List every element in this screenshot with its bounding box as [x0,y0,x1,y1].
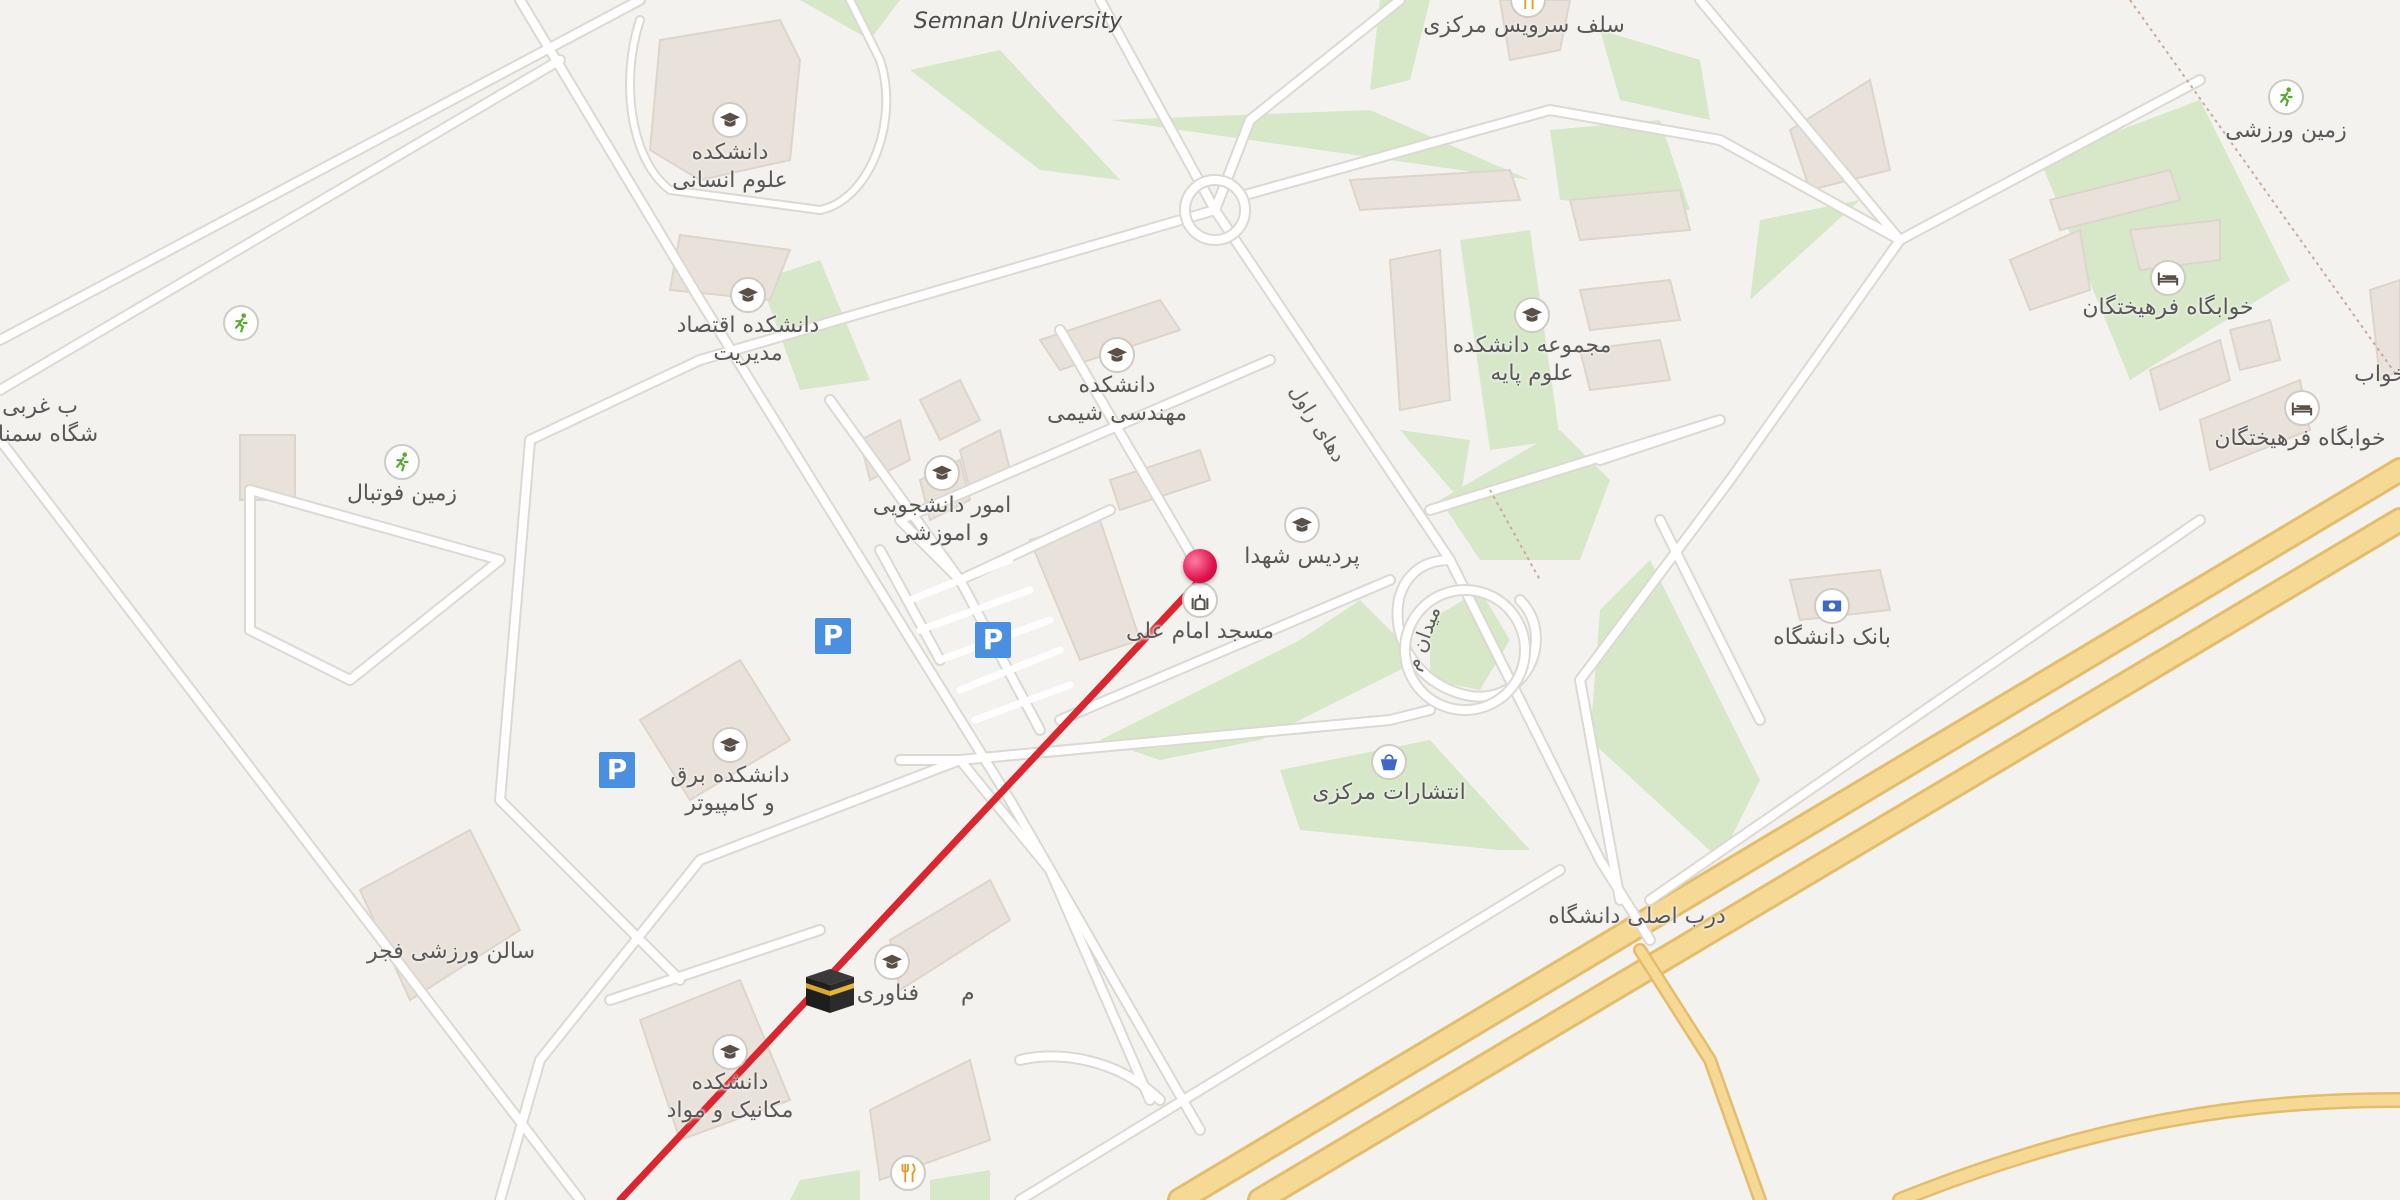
hotel-icon[interactable] [2150,260,2186,296]
map-label-imam-ali-mosque[interactable]: مسجد امام علی [1126,618,1274,646]
bank-icon[interactable] [1814,588,1850,624]
shopping-icon[interactable] [1371,744,1407,780]
map-label-semnan-university[interactable]: Semnan University [914,8,1122,36]
map-label-girls-dorm-3[interactable]: خواب [2354,361,2400,389]
map-label-girls-dorm-2[interactable]: خوابگاه فرهیختگان [2214,425,2385,453]
location-pin-icon[interactable] [1183,549,1217,583]
map-label-faculty-humanities[interactable]: دانشکده علوم انسانی [672,139,787,195]
university-icon[interactable] [1284,507,1320,543]
university-icon[interactable] [712,102,748,138]
university-icon[interactable] [1514,297,1550,333]
restaurant-icon[interactable] [890,1155,926,1191]
map-label-central-publications[interactable]: انتشارات مرکزی [1312,779,1465,807]
university-icon[interactable] [712,727,748,763]
university-icon[interactable] [924,455,960,491]
map-label-central-cafeteria[interactable]: سلف سرویس مرکزی [1423,12,1625,40]
map-label-main-gate[interactable]: درب اصلی دانشگاه [1548,903,1726,931]
map-label-fajr-sports-hall[interactable]: سالن ورزشی فجر [367,938,535,966]
university-icon[interactable] [1099,337,1135,373]
map-label-student-affairs[interactable]: امور دانشجویی و اموزشی [873,492,1012,548]
map-label-university-bank[interactable]: بانک دانشگاه [1773,624,1891,652]
map-label-shohada-campus[interactable]: پردیس شهدا [1244,543,1359,571]
map-label-west-gate[interactable]: ب غربی شگاه سمنان [0,393,98,449]
parking-icon[interactable]: P [815,618,851,654]
university-icon[interactable] [712,1034,748,1070]
map-view[interactable]: P P P Semnan University سلف سرویس مرکزی … [0,0,2400,1200]
sports-icon[interactable] [384,444,420,480]
map-label-football-field[interactable]: زمین فوتبال [347,480,457,508]
university-icon[interactable] [730,277,766,313]
map-label-faculty-basic-sciences[interactable]: مجموعه دانشکده علوم پایه [1453,332,1612,388]
map-label-faculty-economics[interactable]: دانشکده اقتصاد مدیریت [677,312,820,368]
parking-icon[interactable]: P [599,752,635,788]
sports-icon[interactable] [2268,79,2304,115]
map-label-girls-dorm-1[interactable]: خوابگاه فرهیختگان [2082,294,2253,322]
map-label-faculty-electrical[interactable]: دانشکده برق و کامپیوتر [670,762,789,818]
kaaba-icon[interactable] [804,965,856,1015]
sports-icon[interactable] [223,305,259,341]
map-label-sports-field[interactable]: زمین ورزشی [2225,117,2346,145]
hotel-icon[interactable] [2284,390,2320,426]
university-icon[interactable] [874,944,910,980]
parking-icon[interactable]: P [975,622,1011,658]
map-label-faculty-mechanics[interactable]: دانشکده مکانیک و مواد [667,1069,794,1125]
mosque-icon[interactable] [1182,582,1218,618]
map-label-faculty-chemical-eng[interactable]: دانشکده مهندسی شیمی [1047,372,1187,428]
